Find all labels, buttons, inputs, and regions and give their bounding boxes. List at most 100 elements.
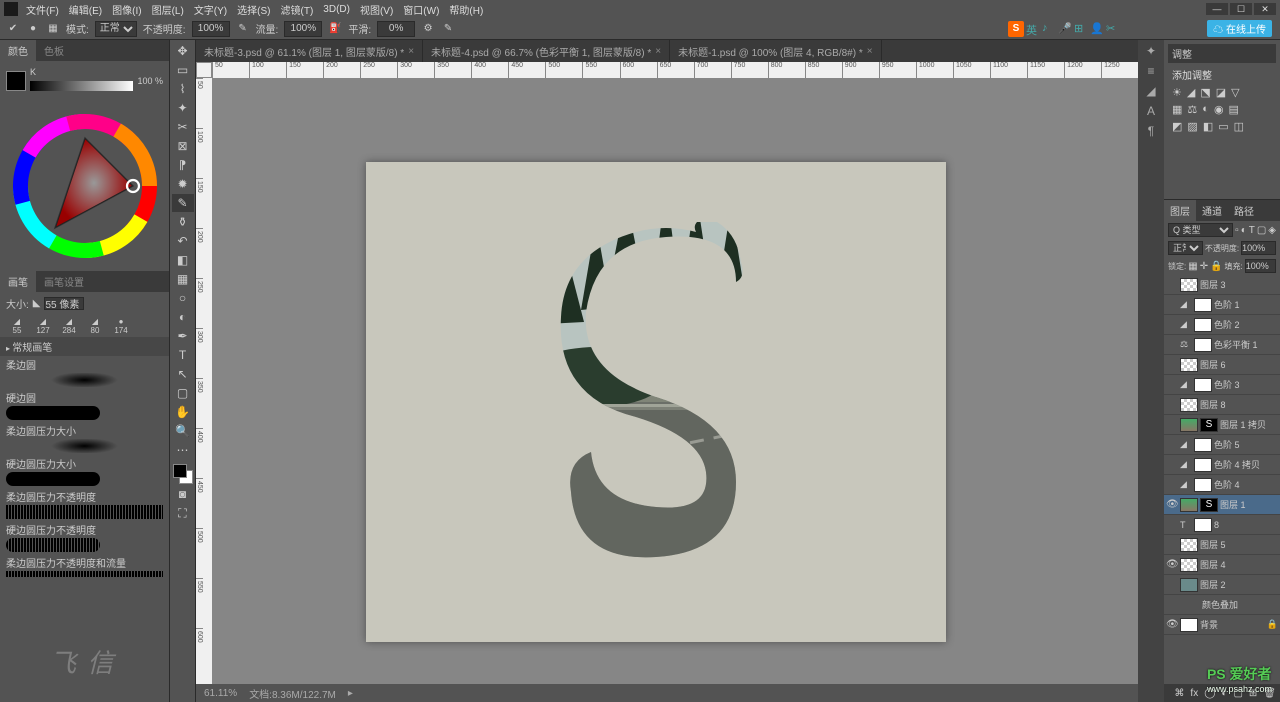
doc-tab-2[interactable]: 未标题-4.psd @ 66.7% (色彩平衡 1, 图层蒙版/8) *× bbox=[423, 40, 670, 62]
layer-row[interactable]: 👁图层 4 bbox=[1164, 555, 1280, 575]
brush-item[interactable]: 硬边圆 bbox=[0, 389, 169, 422]
menu-view[interactable]: 视图(V) bbox=[360, 2, 393, 17]
color-tab[interactable]: 颜色 bbox=[0, 40, 36, 61]
gradient-tool[interactable]: ▦ bbox=[172, 270, 194, 288]
layer-row[interactable]: 👁背景🔒 bbox=[1164, 615, 1280, 635]
fx-icon[interactable]: fx bbox=[1190, 688, 1198, 699]
window-minimize[interactable]: — bbox=[1206, 3, 1228, 15]
filter-smart-icon[interactable]: ◈ bbox=[1268, 225, 1276, 236]
foreground-swatch[interactable] bbox=[6, 71, 26, 91]
heal-tool[interactable]: ✹ bbox=[172, 175, 194, 193]
layer-row[interactable]: ◢色阶 1 bbox=[1164, 295, 1280, 315]
filter-adj-icon[interactable]: ◐ bbox=[1241, 225, 1247, 236]
layer-row[interactable]: 图层 8 bbox=[1164, 395, 1280, 415]
layers-tab[interactable]: 图层 bbox=[1164, 200, 1196, 221]
layer-row[interactable]: ◢色阶 4 拷贝 bbox=[1164, 455, 1280, 475]
cloud-upload-button[interactable]: 在线上传 bbox=[1207, 20, 1272, 37]
layer-opacity[interactable] bbox=[1241, 241, 1276, 255]
paths-tab[interactable]: 路径 bbox=[1228, 200, 1260, 221]
swatches-tab[interactable]: 色板 bbox=[36, 40, 72, 61]
sogou-icon[interactable]: S bbox=[1008, 21, 1024, 37]
balance-icon[interactable]: ⚖ bbox=[1187, 103, 1197, 116]
brush-item[interactable]: 硬边圆压力不透明度 bbox=[0, 521, 169, 554]
layer-row[interactable]: 图层 6 bbox=[1164, 355, 1280, 375]
color-wheel[interactable] bbox=[10, 111, 160, 261]
close-icon[interactable]: × bbox=[867, 46, 873, 57]
channels-tab[interactable]: 通道 bbox=[1196, 200, 1228, 221]
path-tool[interactable]: ↖ bbox=[172, 365, 194, 383]
dodge-tool[interactable]: ◐ bbox=[172, 308, 194, 326]
invert-icon[interactable]: ◩ bbox=[1172, 120, 1182, 133]
ext-icon-2[interactable]: ♪ bbox=[1042, 22, 1056, 36]
ext-icon-5[interactable]: 👤 bbox=[1090, 22, 1104, 36]
photo-filter-icon[interactable]: ◉ bbox=[1214, 103, 1224, 116]
close-icon[interactable]: × bbox=[655, 46, 661, 57]
layer-row[interactable]: ◢色阶 2 bbox=[1164, 315, 1280, 335]
doc-tab-1[interactable]: 未标题-3.psd @ 61.1% (图层 1, 图层蒙版/8) *× bbox=[196, 40, 423, 62]
preset-3[interactable]: ◢284 bbox=[58, 317, 80, 335]
smooth-input[interactable] bbox=[377, 21, 415, 37]
brush-item[interactable]: 柔边圆压力不透明度和流量 bbox=[0, 554, 169, 577]
brush-item[interactable]: 柔边圆压力不透明度 bbox=[0, 488, 169, 521]
blend-select[interactable]: 正常 bbox=[1168, 241, 1203, 255]
layer-row[interactable]: T8 bbox=[1164, 515, 1280, 535]
crop-tool[interactable]: ✂ bbox=[172, 118, 194, 136]
gear-icon[interactable]: ⚙ bbox=[421, 22, 435, 36]
layer-list[interactable]: 图层 3◢色阶 1◢色阶 2⚖色彩平衡 1图层 6◢色阶 3图层 8S图层 1 … bbox=[1164, 275, 1280, 684]
window-close[interactable]: ✕ bbox=[1254, 3, 1276, 15]
doc-tab-3[interactable]: 未标题-1.psd @ 100% (图层 4, RGB/8#) *× bbox=[670, 40, 882, 62]
menu-filter[interactable]: 滤镜(T) bbox=[281, 2, 314, 17]
brush-item[interactable]: 柔边圆压力大小 bbox=[0, 422, 169, 455]
poster-icon[interactable]: ▨ bbox=[1187, 120, 1197, 133]
zoom-tool[interactable]: 🔍 bbox=[172, 422, 194, 440]
window-maximize[interactable]: ☐ bbox=[1230, 3, 1252, 15]
layer-row[interactable]: 👁S图层 1 bbox=[1164, 495, 1280, 515]
lasso-tool[interactable]: ⌇ bbox=[172, 80, 194, 98]
adjust-tab[interactable]: 调整 bbox=[1168, 44, 1276, 63]
airbrush-icon[interactable]: ⛽ bbox=[328, 22, 342, 36]
brush-settings-tab[interactable]: 画笔设置 bbox=[36, 271, 92, 292]
ext-icon-3[interactable]: 🎤 bbox=[1058, 22, 1072, 36]
zoom-level[interactable]: 61.11% bbox=[204, 688, 237, 699]
layer-fill[interactable] bbox=[1245, 259, 1276, 273]
link-icon[interactable]: ⌘ bbox=[1174, 688, 1184, 699]
blur-tool[interactable]: ○ bbox=[172, 289, 194, 307]
menu-edit[interactable]: 编辑(E) bbox=[69, 2, 102, 17]
blend-mode-select[interactable]: 正常 bbox=[95, 21, 137, 37]
ext-icon-1[interactable]: 英 bbox=[1026, 22, 1040, 36]
ext-icon-4[interactable]: ⊞ bbox=[1074, 22, 1088, 36]
opacity-input[interactable] bbox=[192, 21, 230, 37]
color-swatches[interactable] bbox=[173, 464, 193, 484]
brush-size-input[interactable] bbox=[44, 297, 84, 310]
symmetry-icon[interactable]: ✎ bbox=[441, 22, 455, 36]
bw-icon[interactable]: ◐ bbox=[1202, 103, 1209, 116]
menu-image[interactable]: 图像(I) bbox=[112, 2, 141, 17]
history-brush-tool[interactable]: ↶ bbox=[172, 232, 194, 250]
brush-tool[interactable]: ✎ bbox=[172, 194, 194, 212]
brush-tab[interactable]: 画笔 bbox=[0, 271, 36, 292]
paragraph-icon[interactable]: ◢ bbox=[1146, 84, 1155, 98]
layer-kind-filter[interactable]: Q 类型 bbox=[1168, 223, 1233, 237]
eraser-tool[interactable]: ◧ bbox=[172, 251, 194, 269]
brush-item[interactable]: 柔边圆 bbox=[0, 356, 169, 389]
hue-icon[interactable]: ▦ bbox=[1172, 103, 1182, 116]
filter-type-icon[interactable]: T bbox=[1249, 225, 1255, 236]
wand-tool[interactable]: ✦ bbox=[172, 99, 194, 117]
layer-row[interactable]: ◢色阶 3 bbox=[1164, 375, 1280, 395]
gradient-map-icon[interactable]: ▭ bbox=[1218, 120, 1228, 133]
layer-row[interactable]: 图层 2 bbox=[1164, 575, 1280, 595]
actions-icon[interactable]: A bbox=[1147, 104, 1155, 118]
filter-shape-icon[interactable]: ▢ bbox=[1257, 225, 1266, 236]
menu-window[interactable]: 窗口(W) bbox=[403, 2, 439, 17]
preset-1[interactable]: ◢55 bbox=[6, 317, 28, 335]
selective-icon[interactable]: ◫ bbox=[1234, 120, 1244, 133]
info-icon[interactable]: ¶ bbox=[1148, 124, 1154, 138]
layer-row[interactable]: ◢色阶 4 bbox=[1164, 475, 1280, 495]
layer-row[interactable]: S图层 1 拷贝 bbox=[1164, 415, 1280, 435]
layer-row[interactable]: 图层 5 bbox=[1164, 535, 1280, 555]
menu-select[interactable]: 选择(S) bbox=[237, 2, 270, 17]
type-tool[interactable]: T bbox=[172, 346, 194, 364]
layer-row[interactable]: 颜色叠加 bbox=[1164, 595, 1280, 615]
vibrance-icon[interactable]: ▽ bbox=[1231, 86, 1239, 99]
visibility-toggle[interactable]: 👁 bbox=[1166, 499, 1178, 510]
